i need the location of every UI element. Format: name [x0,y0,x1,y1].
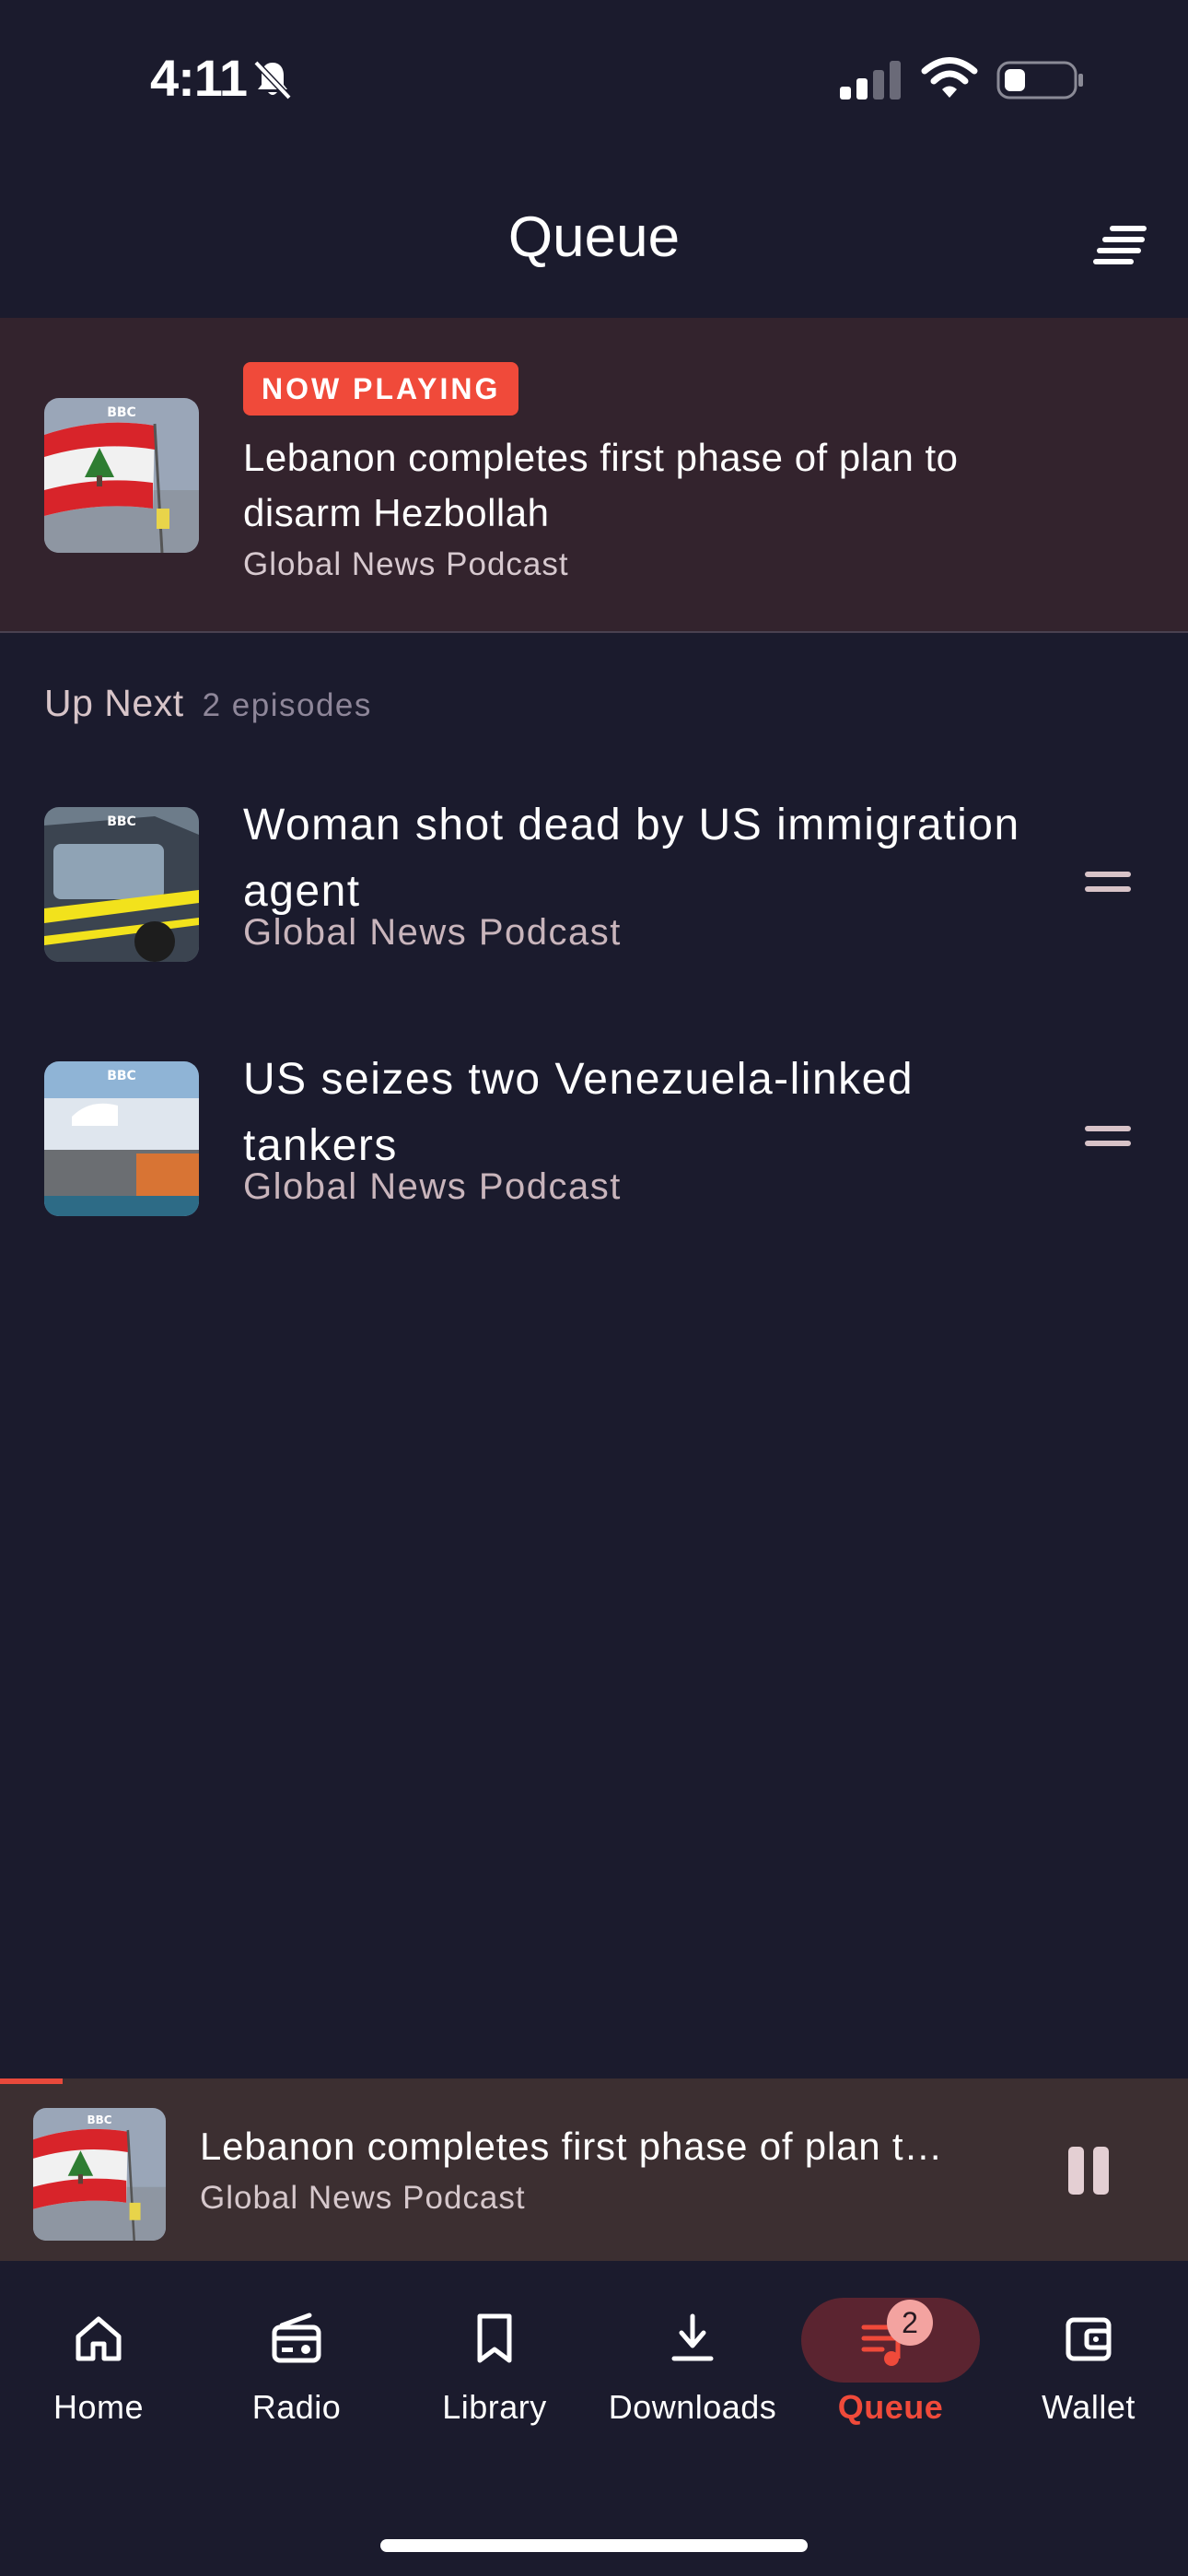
queue-screen: 4:11 Queue BBC NOW PLAYING Lebanon compl… [0,0,1188,2576]
queue-item[interactable]: BBC US seizes two Venezuela-linked tanke… [0,1028,1188,1249]
wifi-icon [921,57,978,98]
mini-player[interactable]: BBC Lebanon completes first phase of pla… [0,2078,1188,2261]
up-next-count: 2 episodes [202,687,372,723]
nav-home-label: Home [52,2388,145,2426]
nav-wallet[interactable]: Wallet [990,2298,1187,2436]
nav-wallet-label: Wallet [1042,2388,1136,2426]
pause-button[interactable] [1061,2137,1116,2202]
queue-item-show: Global News Podcast [243,1166,622,1207]
app-header: Queue [0,157,1188,318]
nav-downloads[interactable]: Downloads [594,2298,791,2436]
nav-downloads-label: Downloads [608,2388,777,2426]
playback-progress-bar [0,2078,1188,2084]
home-icon [76,2316,122,2361]
now-playing-title: Lebanon completes first phase of plan to… [243,436,959,534]
mini-player-artwork: BBC [33,2108,166,2241]
nav-home[interactable]: Home [0,2298,197,2436]
artwork-logo: BBC [107,814,136,829]
queue-item[interactable]: BBC Woman shot dead by US immigration ag… [0,774,1188,995]
nav-library-label: Library [442,2388,547,2426]
mini-player-show: Global News Podcast [200,2180,526,2216]
artwork-logo: BBC [107,1069,136,1083]
artwork-logo: BBC [87,2113,111,2126]
now-playing-show: Global News Podcast [243,546,569,582]
up-next-label: Up Next [44,682,184,724]
wallet-icon [1066,2317,1112,2361]
up-next-header: Up Next 2 episodes [44,682,372,737]
bookmark-icon [477,2313,512,2363]
now-playing-badge: NOW PLAYING [243,362,519,416]
bell-muted-icon [253,60,292,100]
queue-count-badge: 2 [887,2300,933,2346]
status-time: 4:11 [150,49,248,107]
nav-queue[interactable]: 2 Queue [792,2298,989,2436]
queue-item-title: Woman shot dead by US immigration agent [243,801,1020,916]
drag-handle-icon[interactable] [1085,1122,1136,1155]
episode-artwork: BBC [44,1061,199,1216]
playback-progress-fill [0,2078,64,2084]
cellular-signal-icon [840,61,901,100]
sort-menu-icon[interactable] [1092,221,1149,267]
nav-radio-label: Radio [251,2388,342,2426]
home-indicator [380,2539,808,2552]
queue-item-show: Global News Podcast [243,912,622,953]
page-title: Queue [507,205,681,269]
mini-player-title: Lebanon completes first phase of plan t… [200,2125,944,2168]
drag-handle-icon[interactable] [1085,868,1136,901]
nav-library[interactable]: Library [396,2298,593,2436]
bottom-navigation: Home Radio Library Downloads 2 Queue Wal… [0,2261,1188,2576]
now-playing-card[interactable]: BBC NOW PLAYING Lebanon completes first … [0,318,1188,633]
episode-artwork: BBC [44,398,199,553]
queue-item-title: US seizes two Venezuela-linked tankers [243,1055,914,1170]
status-bar: 4:11 [0,0,1188,157]
artwork-logo: BBC [107,405,136,420]
radio-icon [272,2313,321,2363]
episode-artwork: BBC [44,807,199,962]
nav-radio[interactable]: Radio [198,2298,395,2436]
battery-icon [996,61,1083,100]
nav-queue-label: Queue [837,2388,944,2426]
download-icon [671,2313,714,2361]
